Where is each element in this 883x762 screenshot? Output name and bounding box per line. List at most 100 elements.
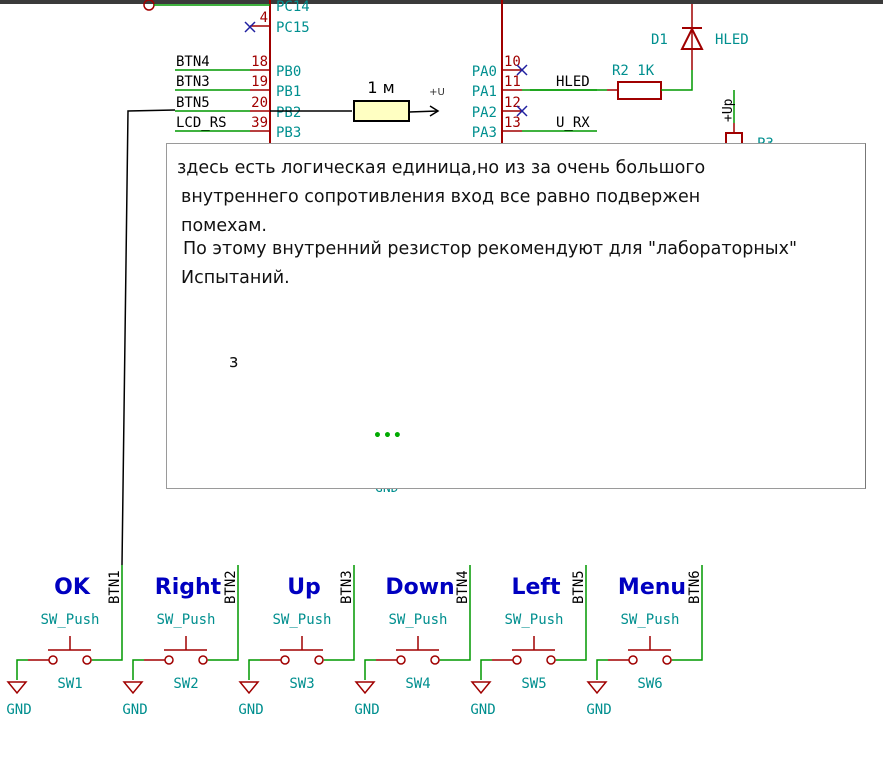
switch-type: SW_Push [504,612,563,628]
btn-net-label: BTN3 [339,570,355,604]
pin-number: 19 [251,74,268,90]
switch-contact [164,655,174,665]
btn-net-label: BTN1 [107,570,123,604]
note-line: Испытаний. [181,268,290,288]
no-connect-icon [244,21,256,33]
switch-contact [662,655,672,665]
switch-plunger [396,636,439,651]
pin-name: PB1 [276,84,301,100]
button-label: OK [54,575,91,600]
pin-number: 18 [251,54,268,70]
pin-number: 11 [504,74,521,90]
switch-type: SW_Push [388,612,447,628]
pin-name: PA3 [472,125,497,141]
button-label: Right [155,575,222,600]
btn-net-label: BTN5 [571,570,587,604]
crystal-pin [143,0,155,11]
switch-contact [198,655,208,665]
switch-sw2[interactable]: GND SW2 SW_Push Right BTN2 [122,565,239,718]
switch-sw5[interactable]: GND SW5 SW_Push Left BTN5 [470,565,587,718]
pin-name: PA0 [472,64,497,80]
pin-name: PA1 [472,84,497,100]
switch-sw4[interactable]: GND SW4 SW_Push Down BTN4 [354,565,471,718]
switch-type: SW_Push [620,612,679,628]
gnd-label: GND [586,702,611,718]
net-label: U_RX [556,115,590,131]
net-label: HLED [556,74,590,90]
pin-number: 39 [251,115,268,131]
switch-contact [396,655,406,665]
resistor-r2[interactable] [617,81,662,100]
switch-ref: SW2 [173,676,198,692]
net-label: BTN5 [176,95,210,111]
net-label: BTN4 [176,54,210,70]
gnd-label: GND [354,702,379,718]
switch-contact [48,655,58,665]
switch-plunger [164,636,207,651]
switch-ref: SW6 [637,676,662,692]
switch-sw1[interactable]: GND SW1 SW_Push OK BTN1 [6,565,123,718]
d1-value: HLED [715,32,749,48]
wire [16,659,28,680]
wire [132,659,144,680]
wire [408,110,439,113]
resistor-1m[interactable] [353,100,410,122]
r2-label: R2 1K [612,63,655,79]
pin-name: PC14 [276,0,310,15]
ground-icon [238,681,260,695]
note-line: внутреннего сопротивления вход все равно… [181,187,701,207]
note-line: здесь есть логическая единица,но из за о… [177,158,706,178]
pin-number: 4 [260,10,268,26]
switch-plunger [512,636,555,651]
switch-ref: SW3 [289,676,314,692]
pin-name: PB3 [276,125,301,141]
gnd-label: GND [238,702,263,718]
switch-sw6[interactable]: GND SW6 SW_Push Menu BTN6 [586,565,703,718]
switch-contact [546,655,556,665]
button-label: Up [287,575,321,600]
gnd-label: GND [6,702,31,718]
button-label: Down [385,575,454,600]
switch-contact [314,655,324,665]
power-label-u: +U [429,87,445,98]
wire [480,659,492,680]
switch-type: SW_Push [272,612,331,628]
pin-name: PB2 [276,105,301,121]
btn-net-label: BTN2 [223,570,239,604]
switch-ref: SW1 [57,676,82,692]
switch-plunger [280,636,323,651]
resistor-value: 1 м [367,78,394,97]
stray-char: з [229,352,239,372]
ground-icon [470,681,492,695]
button-label: Left [511,575,561,600]
text-note-box[interactable]: здесь есть логическая единица,но из за о… [166,143,866,489]
switch-plunger [48,636,91,651]
pin-name: PB0 [276,64,301,80]
gnd-label: GND [122,702,147,718]
switch-ref: SW4 [405,676,430,692]
note-line: помехам. [181,216,267,236]
note-line: По этому внутренний резистор рекомендуют… [183,239,798,259]
switch-contact [628,655,638,665]
switch-type: SW_Push [40,612,99,628]
d1-ref: D1 [651,32,668,48]
btn-net-label: BTN6 [687,570,703,604]
wire [248,659,260,680]
switch-contact [82,655,92,665]
ground-icon [122,681,144,695]
pin-number: 13 [504,115,521,131]
net-label: BTN3 [176,74,210,90]
switch-contact [430,655,440,665]
wire [596,659,608,680]
ellipsis-dots: ••• [373,428,403,444]
pin-name: PC15 [276,20,310,36]
wire [364,659,376,680]
gnd-label: GND [470,702,495,718]
power-label-up: +Up [721,98,736,122]
ground-icon [354,681,376,695]
wire [661,70,693,91]
pin-number: 10 [504,54,521,70]
button-label: Menu [618,575,686,600]
switch-type: SW_Push [156,612,215,628]
switch-sw3[interactable]: GND SW3 SW_Push Up BTN3 [238,565,355,718]
